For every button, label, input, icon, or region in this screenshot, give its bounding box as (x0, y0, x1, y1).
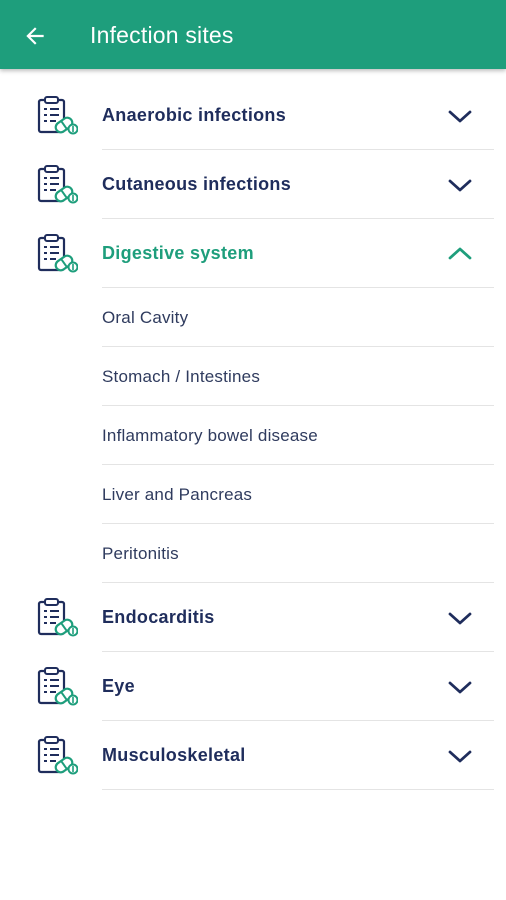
subcategory-label: Inflammatory bowel disease (102, 426, 318, 445)
category-label: Cutaneous infections (102, 174, 292, 194)
chevron-down-icon[interactable] (446, 605, 474, 631)
infection-site-list: Anaerobic infections Cutaneous infection… (0, 81, 506, 790)
subcategory-row[interactable]: Stomach / Intestines (0, 347, 506, 406)
subcategory-row[interactable]: Peritonitis (0, 524, 506, 583)
clipboard-icon (34, 233, 79, 275)
clipboard-icon (34, 666, 79, 708)
arrow-left-icon (26, 27, 44, 45)
category-row[interactable]: Endocarditis (0, 583, 506, 652)
subcategory-label: Peritonitis (102, 544, 179, 563)
clipboard-icon (34, 95, 79, 137)
clipboard-icon (34, 164, 79, 206)
category-row[interactable]: Anaerobic infections (0, 81, 506, 150)
chevron-down-icon[interactable] (446, 743, 474, 769)
clipboard-icon (34, 597, 79, 639)
clipboard-icon (34, 735, 79, 777)
category-row[interactable]: Cutaneous infections (0, 150, 506, 219)
subcategory-row[interactable]: Oral Cavity (0, 288, 506, 347)
category-label: Digestive system (102, 243, 254, 263)
category-label: Endocarditis (102, 607, 215, 627)
page-title: Infection sites (90, 22, 234, 48)
chevron-down-icon[interactable] (446, 674, 474, 700)
category-row[interactable]: Digestive system (0, 219, 506, 288)
category-label: Anaerobic infections (102, 105, 287, 125)
chevron-down-icon[interactable] (446, 172, 474, 198)
subcategory-label: Oral Cavity (102, 308, 189, 327)
back-button[interactable] (16, 17, 54, 55)
app-bar: Infection sites (0, 0, 506, 69)
category-label: Musculoskeletal (102, 745, 246, 765)
subcategory-label: Liver and Pancreas (102, 485, 253, 504)
chevron-up-icon[interactable] (446, 241, 474, 267)
subcategory-label: Stomach / Intestines (102, 367, 261, 386)
subcategory-row[interactable]: Liver and Pancreas (0, 465, 506, 524)
category-row[interactable]: Musculoskeletal (0, 721, 506, 790)
category-label: Eye (102, 676, 135, 696)
subcategory-row[interactable]: Inflammatory bowel disease (0, 406, 506, 465)
divider (102, 789, 494, 790)
category-row[interactable]: Eye (0, 652, 506, 721)
chevron-down-icon[interactable] (446, 103, 474, 129)
